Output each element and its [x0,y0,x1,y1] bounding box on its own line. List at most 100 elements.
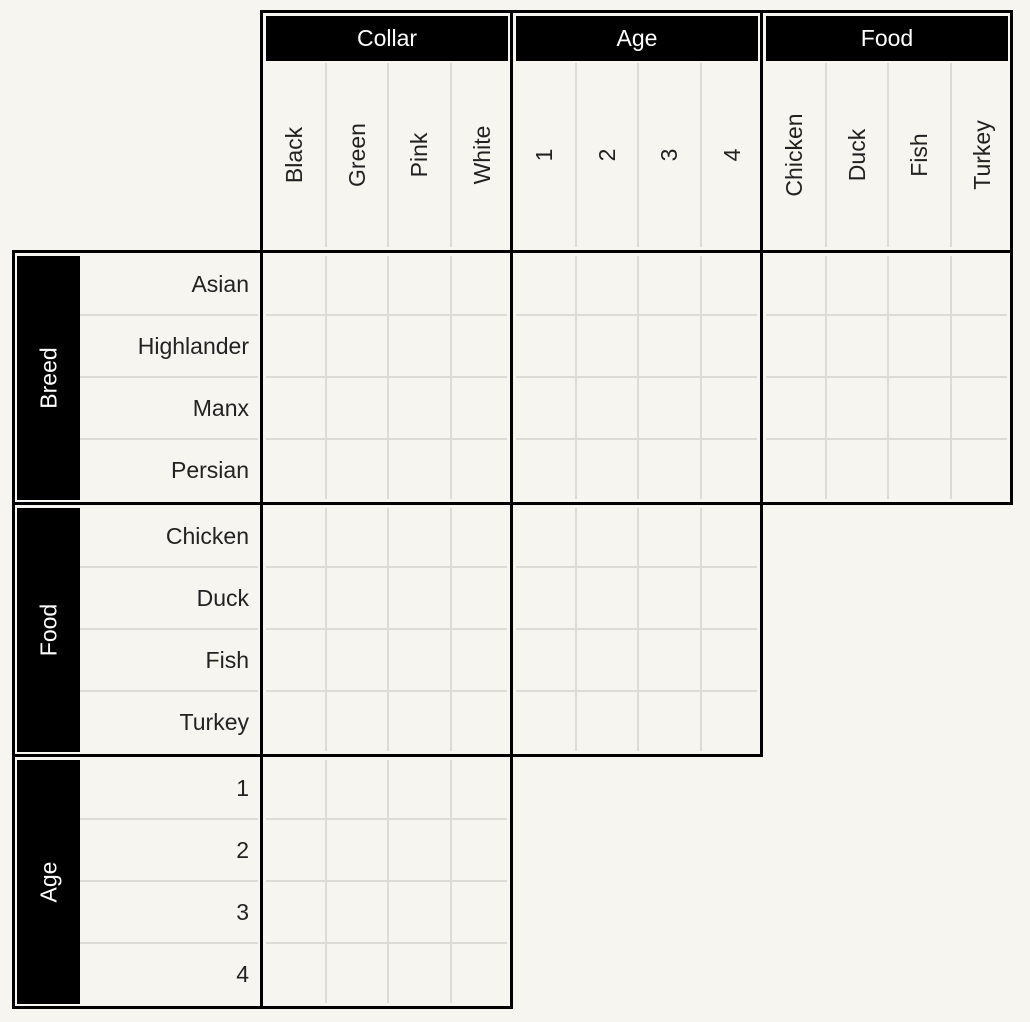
grid-cell[interactable] [451,819,513,880]
column-group-header: Collar [266,16,508,61]
grid-cell[interactable] [326,439,388,500]
grid-cell[interactable] [576,691,638,752]
grid-cell[interactable] [513,505,575,566]
grid-cell[interactable] [888,439,950,500]
grid-cell[interactable] [263,943,325,1004]
grid-cell[interactable] [263,439,325,500]
grid-cell[interactable] [951,253,1013,314]
grid-cell[interactable] [451,567,513,628]
grid-cell[interactable] [951,377,1013,438]
grid-cell[interactable] [638,253,700,314]
grid-cell[interactable] [263,629,325,690]
grid-cell[interactable] [388,943,450,1004]
grid-cell[interactable] [388,567,450,628]
grid-cell[interactable] [638,629,700,690]
grid-cell[interactable] [451,505,513,566]
grid-cell[interactable] [638,315,700,376]
row-label: Duck [196,585,249,611]
grid-cell[interactable] [451,253,513,314]
grid-cell[interactable] [826,315,888,376]
grid-cell[interactable] [701,377,763,438]
grid-cell[interactable] [513,629,575,690]
grid-cell[interactable] [388,629,450,690]
grid-cell[interactable] [576,377,638,438]
grid-cell[interactable] [451,315,513,376]
column-group-header: Age [516,16,758,61]
grid-cell[interactable] [826,377,888,438]
grid-cell[interactable] [451,377,513,438]
grid-cell[interactable] [576,315,638,376]
grid-cell[interactable] [576,567,638,628]
grid-cell[interactable] [576,439,638,500]
grid-cell[interactable] [826,253,888,314]
grid-cell[interactable] [263,377,325,438]
grid-cell[interactable] [951,439,1013,500]
grid-cell[interactable] [888,253,950,314]
grid-cell[interactable] [263,881,325,942]
grid-cell[interactable] [326,881,388,942]
grid-cell[interactable] [576,253,638,314]
grid-cell[interactable] [763,439,825,500]
grid-cell[interactable] [326,757,388,818]
grid-cell[interactable] [826,439,888,500]
grid-cell[interactable] [326,943,388,1004]
grid-cell[interactable] [701,505,763,566]
grid-cell[interactable] [263,757,325,818]
grid-cell[interactable] [576,505,638,566]
grid-cell[interactable] [263,691,325,752]
column-label: Green [343,123,370,187]
grid-cell[interactable] [451,881,513,942]
grid-cell[interactable] [326,253,388,314]
grid-cell[interactable] [888,315,950,376]
grid-cell[interactable] [263,567,325,628]
grid-cell[interactable] [576,629,638,690]
grid-cell[interactable] [513,567,575,628]
grid-cell[interactable] [763,253,825,314]
grid-cell[interactable] [888,377,950,438]
grid-cell[interactable] [326,315,388,376]
grid-cell[interactable] [638,505,700,566]
grid-cell[interactable] [951,315,1013,376]
grid-cell[interactable] [763,315,825,376]
grid-cell[interactable] [701,567,763,628]
grid-cell[interactable] [388,253,450,314]
grid-cell[interactable] [326,629,388,690]
grid-cell[interactable] [388,315,450,376]
grid-cell[interactable] [701,253,763,314]
grid-cell[interactable] [451,629,513,690]
grid-cell[interactable] [326,377,388,438]
grid-cell[interactable] [513,439,575,500]
grid-cell[interactable] [763,377,825,438]
grid-cell[interactable] [701,629,763,690]
grid-cell[interactable] [388,881,450,942]
grid-cell[interactable] [388,757,450,818]
grid-cell[interactable] [638,567,700,628]
grid-cell[interactable] [326,691,388,752]
grid-cell[interactable] [263,505,325,566]
grid-cell[interactable] [513,315,575,376]
grid-cell[interactable] [451,439,513,500]
grid-cell[interactable] [388,505,450,566]
grid-cell[interactable] [513,377,575,438]
grid-cell[interactable] [701,315,763,376]
grid-cell[interactable] [701,439,763,500]
grid-cell[interactable] [326,567,388,628]
grid-cell[interactable] [451,691,513,752]
grid-cell[interactable] [451,757,513,818]
grid-cell[interactable] [638,377,700,438]
grid-cell[interactable] [326,505,388,566]
grid-cell[interactable] [638,691,700,752]
grid-cell[interactable] [263,253,325,314]
grid-cell[interactable] [263,315,325,376]
grid-cell[interactable] [388,691,450,752]
grid-cell[interactable] [513,691,575,752]
grid-cell[interactable] [701,691,763,752]
grid-cell[interactable] [388,439,450,500]
grid-cell[interactable] [451,943,513,1004]
grid-cell[interactable] [263,819,325,880]
grid-cell[interactable] [326,819,388,880]
grid-cell[interactable] [513,253,575,314]
grid-cell[interactable] [388,819,450,880]
grid-cell[interactable] [638,439,700,500]
grid-cell[interactable] [388,377,450,438]
